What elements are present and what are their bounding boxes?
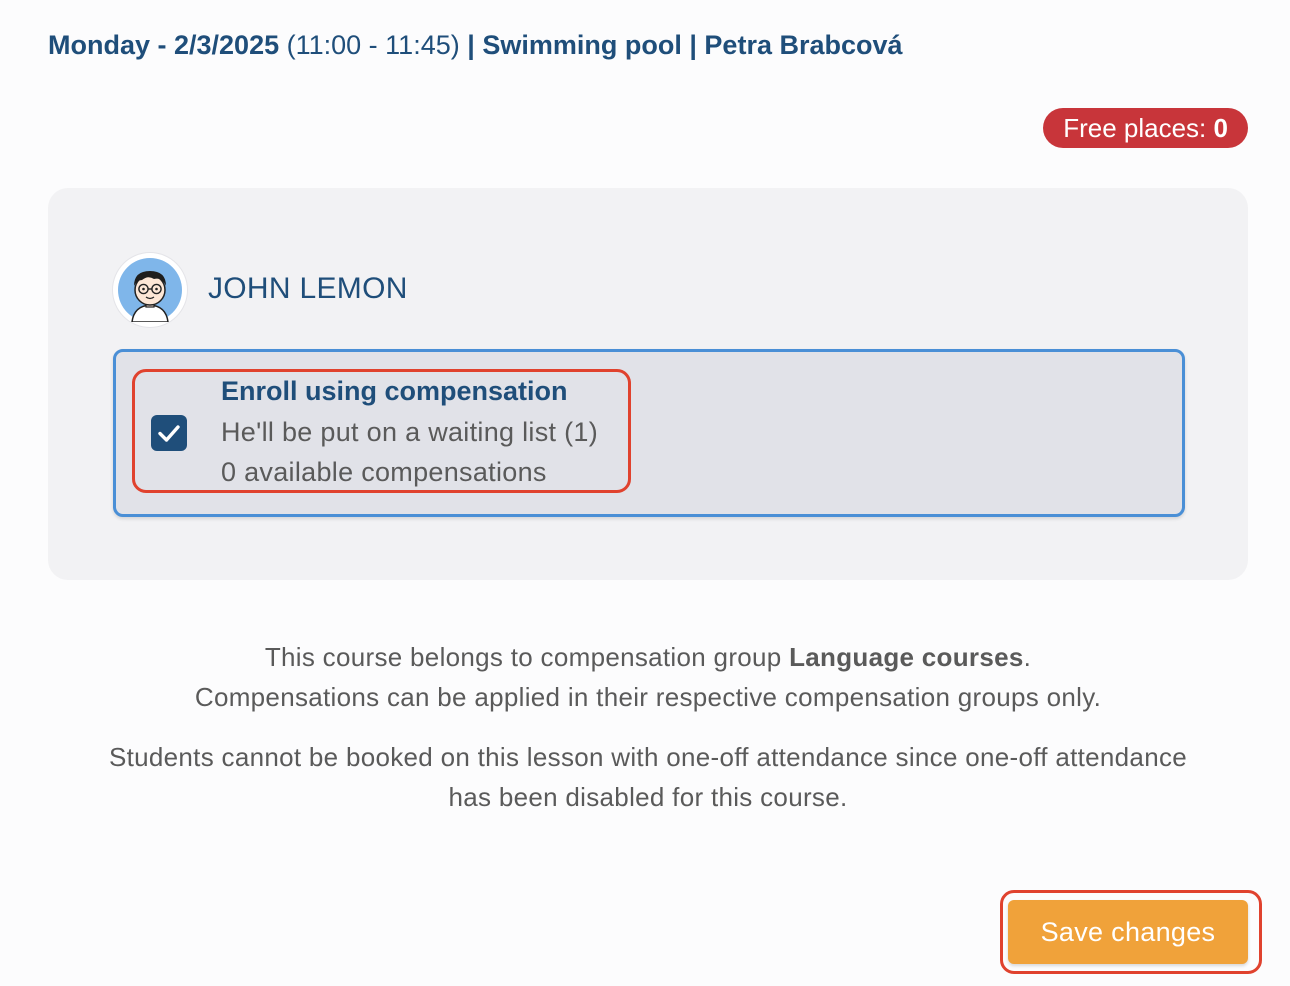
lesson-date: Monday - 2/3/2025 [48, 30, 280, 60]
lesson-location: Swimming pool [482, 30, 682, 60]
student-name: JOHN LEMON [208, 272, 408, 305]
compensation-group-info: This course belongs to compensation grou… [0, 637, 1290, 717]
available-compensations-text: 0 available compensations [221, 457, 547, 487]
compensation-group-name: Language courses [789, 642, 1024, 672]
group-info-suffix: . [1023, 642, 1032, 672]
lesson-instructor: Petra Brabcová [704, 30, 903, 60]
boy-with-glasses-avatar-icon [118, 258, 182, 322]
enroll-option-title: Enroll using compensation [221, 376, 568, 406]
checkmark-icon [158, 425, 180, 442]
lesson-time: (11:00 - 11:45) [286, 30, 460, 60]
lesson-header: Monday - 2/3/2025 (11:00 - 11:45) | Swim… [48, 30, 903, 61]
free-places-count: 0 [1213, 113, 1228, 143]
student-avatar [113, 253, 187, 327]
one-off-attendance-info: Students cannot be booked on this lesson… [0, 737, 1290, 817]
one-off-info-line: has been disabled for this course. [448, 782, 848, 812]
header-separator: | [689, 30, 697, 60]
student-card: JOHN LEMON Enroll using compensation He'… [48, 188, 1248, 580]
compensation-group-note: Compensations can be applied in their re… [194, 682, 1102, 712]
enroll-compensation-option[interactable]: Enroll using compensation He'll be put o… [113, 349, 1185, 517]
header-separator: | [467, 30, 475, 60]
enroll-compensation-checkbox[interactable] [151, 415, 187, 451]
group-info-prefix: This course belongs to compensation grou… [264, 642, 790, 672]
free-places-badge: Free places: 0 [1043, 108, 1248, 148]
free-places-label: Free places: [1063, 113, 1207, 143]
waiting-list-text: He'll be put on a waiting list (1) [221, 417, 599, 447]
save-changes-button[interactable]: Save changes [1008, 900, 1248, 964]
one-off-info-line: Students cannot be booked on this lesson… [108, 742, 1188, 772]
